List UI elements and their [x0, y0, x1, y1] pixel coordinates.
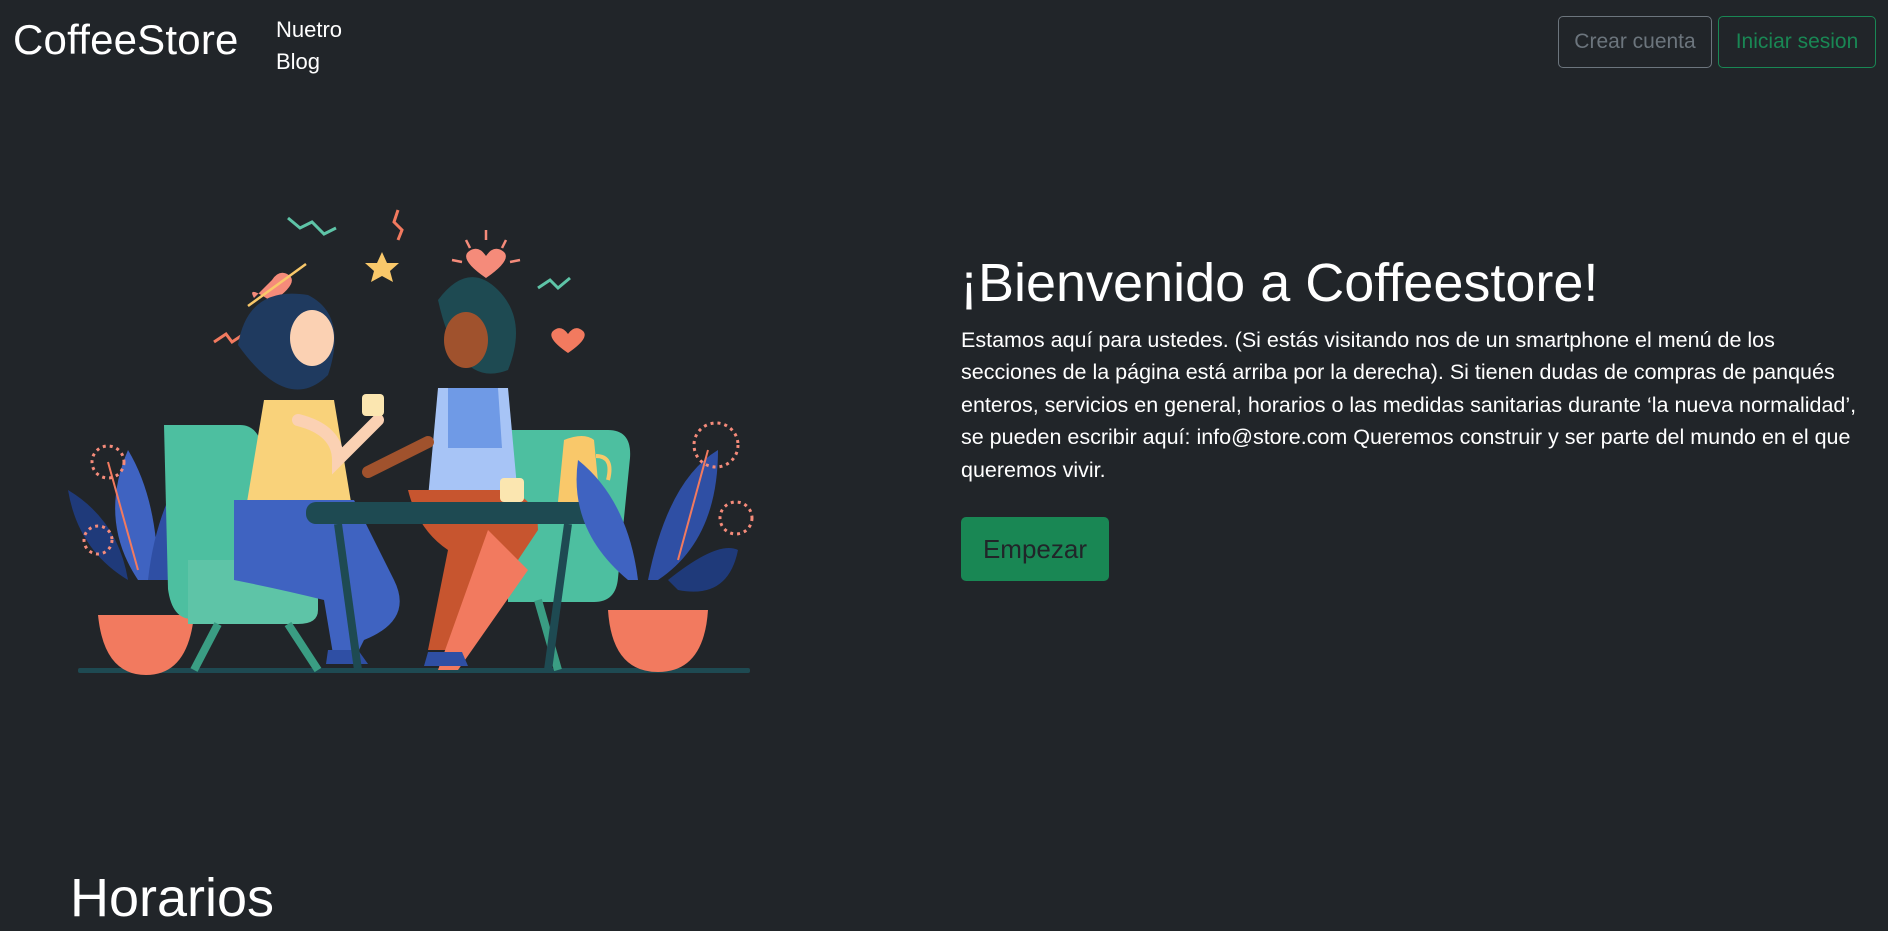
hero-description: Estamos aquí para ustedes. (Si estás vis… [961, 327, 1857, 482]
navbar: CoffeeStore Nuetro Blog Crear cuenta Ini… [0, 0, 1888, 90]
create-account-button[interactable]: Crear cuenta [1558, 16, 1712, 68]
heart-icon [551, 328, 585, 353]
zigzag-decoration [537, 276, 571, 291]
schedule-section-title: Horarios [70, 867, 275, 928]
star-icon [365, 252, 399, 282]
zigzag-decoration [287, 216, 337, 236]
hero-title: ¡Bienvenido a Coffeestore! [960, 253, 1599, 314]
nav-link-blog[interactable]: Nuetro Blog [276, 14, 366, 78]
brand-logo[interactable]: CoffeeStore [13, 14, 239, 66]
coffee-friends-illustration [68, 209, 754, 675]
login-button[interactable]: Iniciar sesion [1718, 16, 1876, 68]
zigzag-decoration [392, 209, 404, 241]
start-button[interactable]: Empezar [961, 517, 1109, 581]
heart-icon [466, 248, 506, 278]
